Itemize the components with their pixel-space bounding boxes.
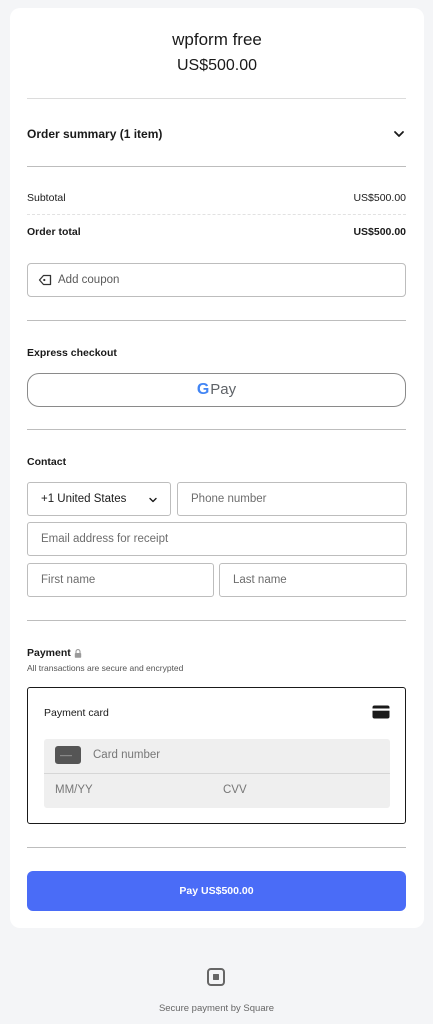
country-code-select[interactable]: +1 United States (27, 482, 171, 516)
first-name-placeholder: First name (41, 574, 96, 586)
subtotal-label: Subtotal (27, 192, 66, 204)
order-total-label: Order total (27, 226, 81, 238)
payment-label: Payment (27, 647, 71, 659)
divider (27, 429, 406, 430)
footer-text: Secure payment by Square (158, 1003, 275, 1014)
add-coupon-button[interactable]: Add coupon (27, 263, 406, 297)
email-placeholder: Email address for receipt (41, 533, 169, 545)
phone-input[interactable]: Phone number (177, 482, 407, 516)
divider (27, 98, 406, 99)
payment-security-note: All transactions are secure and encrypte… (27, 663, 184, 673)
lock-icon (74, 649, 82, 658)
product-price: US$500.00 (176, 57, 258, 74)
phone-placeholder: Phone number (191, 493, 267, 505)
divider (27, 620, 406, 621)
card-field-divider (44, 773, 390, 774)
google-pay-label: Pay (210, 381, 237, 398)
payment-card-title: Payment card (44, 707, 109, 719)
chevron-down-icon[interactable] (393, 128, 405, 140)
pay-button[interactable]: Pay US$500.00 (27, 871, 406, 911)
order-summary-toggle[interactable]: Order summary (1 item) (27, 127, 162, 141)
credit-card-icon (372, 705, 390, 719)
chevron-down-icon (149, 497, 157, 503)
cvv-input[interactable]: CVV (223, 784, 247, 796)
last-name-placeholder: Last name (233, 574, 287, 586)
divider (27, 847, 406, 848)
card-chip-icon (55, 746, 81, 764)
card-fields: Card number MM/YY CVV (44, 739, 390, 808)
country-code-value: +1 United States (41, 493, 127, 505)
dashed-divider (27, 214, 406, 215)
divider (27, 166, 406, 167)
contact-label: Contact (27, 456, 67, 468)
last-name-input[interactable]: Last name (219, 563, 407, 597)
divider (27, 320, 406, 321)
email-input[interactable]: Email address for receipt (27, 522, 407, 556)
subtotal-value: US$500.00 (353, 192, 406, 204)
order-total-value: US$500.00 (353, 226, 406, 238)
express-checkout-label: Express checkout (27, 347, 117, 359)
product-title: wpform free (172, 30, 262, 49)
payment-card-option[interactable]: Payment card Card number MM/YY CVV (27, 687, 406, 824)
expiry-input[interactable]: MM/YY (55, 784, 93, 796)
card-number-input[interactable]: Card number (93, 749, 160, 761)
google-g-logo: G (196, 381, 210, 398)
tag-icon (38, 274, 52, 286)
square-logo-icon (207, 968, 225, 986)
google-pay-button[interactable]: GPay (27, 373, 406, 407)
add-coupon-label: Add coupon (58, 274, 120, 286)
first-name-input[interactable]: First name (27, 563, 214, 597)
checkout-card: wpform free US$500.00 Order summary (1 i… (10, 8, 424, 928)
